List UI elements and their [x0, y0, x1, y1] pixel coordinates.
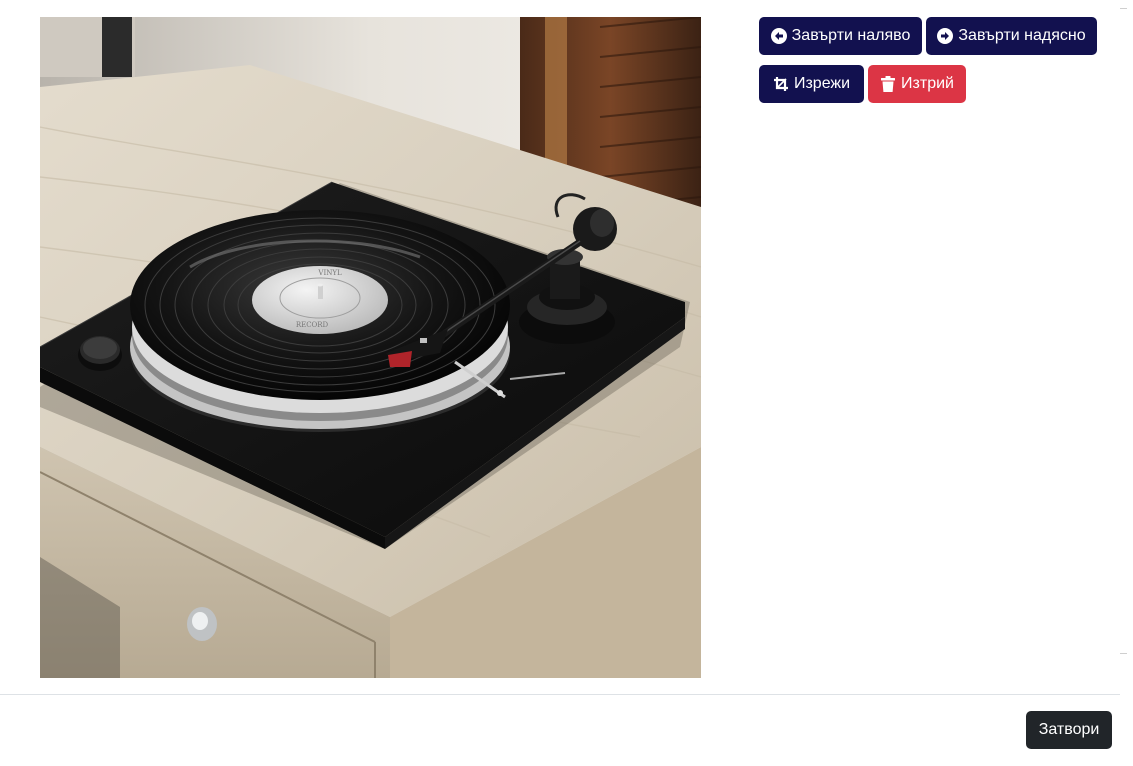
crop-icon [773, 76, 789, 92]
delete-button[interactable]: Изтрий [868, 65, 966, 103]
modal-footer-divider [0, 694, 1120, 695]
trash-icon [880, 76, 896, 92]
delete-label: Изтрий [901, 75, 954, 92]
close-button[interactable]: Затвори [1026, 711, 1112, 749]
turntable-photo: VINYL RECORD [40, 17, 701, 678]
rotate-left-button[interactable]: Завърти наляво [759, 17, 922, 55]
scrollbar-bottom-marker [1120, 653, 1127, 654]
image-preview: VINYL RECORD [40, 17, 701, 678]
rotate-left-label: Завърти наляво [791, 27, 911, 44]
record-label-bottom-text: RECORD [296, 321, 329, 329]
modal-body: VINYL RECORD Завърти наляво Завърти надя… [0, 0, 1120, 694]
arrow-circle-left-icon [770, 28, 787, 44]
rotate-right-button[interactable]: Завърти надясно [926, 17, 1097, 55]
crop-label: Изрежи [793, 75, 851, 92]
arrow-circle-right-icon [937, 28, 954, 44]
rotate-right-label: Завърти надясно [958, 27, 1086, 44]
record-label-top-text: VINYL [317, 269, 342, 277]
modal-scrollbar[interactable] [1120, 8, 1133, 654]
crop-button[interactable]: Изрежи [759, 65, 864, 103]
scrollbar-top-marker [1120, 8, 1127, 9]
image-editor-modal: VINYL RECORD Завърти наляво Завърти надя… [0, 0, 1120, 766]
